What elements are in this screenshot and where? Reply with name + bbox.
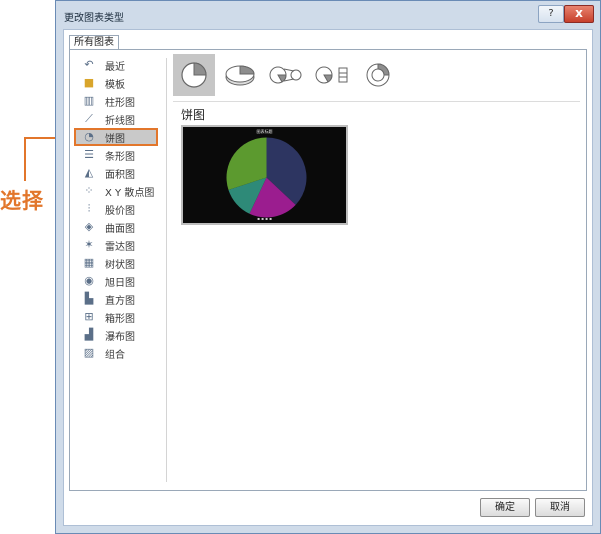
sidebar-item-label: 条形图 — [105, 151, 135, 163]
radar-chart-icon: ✶ — [84, 238, 94, 251]
sidebar-item-label: 股价图 — [105, 205, 135, 217]
sidebar-item-radar-chart[interactable]: ✶ 雷达图 — [76, 236, 164, 254]
area-chart-icon: ◭ — [84, 166, 94, 179]
chart-preview[interactable]: 图表标题 ▪ ▪ ▪ ▪ — [181, 125, 348, 225]
chart-type-list: ↶ 最近 ■ 模板 ▥ 柱形图 ⟋ 折线图 ◔ 饼图 ☰ 条形图 ◭ 面积图 ⁘ X Y 散点图 ⫶ 股价图 ◈ 曲面… — [74, 56, 164, 362]
pie-chart-icon: ◔ — [84, 130, 94, 143]
sidebar-item-label: 柱形图 — [105, 97, 135, 109]
sidebar-item-combo-chart[interactable]: ▨ 组合 — [76, 344, 164, 362]
sidebar-item-label: 直方图 — [105, 295, 135, 307]
sidebar-item-label: 箱形图 — [105, 313, 135, 325]
ok-button[interactable]: 确定 — [480, 498, 530, 517]
sidebar-item-scatter-chart[interactable]: ⁘ X Y 散点图 — [76, 182, 164, 200]
sidebar-item-column-chart[interactable]: ▥ 柱形图 — [76, 92, 164, 110]
combo-chart-icon: ▨ — [83, 346, 95, 359]
cancel-button[interactable]: 取消 — [535, 498, 585, 517]
treemap-chart-icon: ▦ — [83, 256, 95, 269]
section-title: 饼图 — [181, 108, 206, 122]
sidebar-item-pie-chart[interactable]: ◔ 饼图 — [74, 128, 158, 146]
chart-type-panel: ↶ 最近 ■ 模板 ▥ 柱形图 ⟋ 折线图 ◔ 饼图 ☰ 条形图 ◭ 面积图 ⁘ X Y 散点图 ⫶ 股价图 ◈ 曲面… — [69, 49, 587, 491]
sidebar-item-label: 饼图 — [105, 133, 125, 145]
sidebar-item-histogram-chart[interactable]: ▙ 直方图 — [76, 290, 164, 308]
annotation-connector-vertical — [24, 137, 26, 181]
sidebar-item-label: 树状图 — [105, 259, 135, 271]
sidebar-item-label: 曲面图 — [105, 223, 135, 235]
sidebar-item-label: 雷达图 — [105, 241, 135, 253]
sidebar-item-line-chart[interactable]: ⟋ 折线图 — [76, 110, 164, 128]
chart-subtype-area: 饼图 图表标题 ▪ ▪ ▪ ▪ — [173, 54, 580, 486]
sidebar-item-folder[interactable]: ■ 模板 — [76, 74, 164, 92]
sidebar-item-label: X Y 散点图 — [105, 187, 155, 199]
sidebar-item-area-chart[interactable]: ◭ 面积图 — [76, 164, 164, 182]
sidebar-item-label: 旭日图 — [105, 277, 135, 289]
pie-subtype-button[interactable] — [173, 54, 215, 96]
column-chart-icon: ▥ — [83, 94, 95, 107]
sidebar-item-sunburst-chart[interactable]: ◉ 旭日图 — [76, 272, 164, 290]
subtype-divider — [173, 101, 580, 102]
sidebar-item-bar-chart[interactable]: ☰ 条形图 — [76, 146, 164, 164]
bar-of-pie-icon — [315, 66, 348, 84]
doughnut-icon — [366, 63, 390, 87]
bar-of-pie-subtype-button[interactable] — [311, 54, 353, 96]
close-button[interactable]: x — [564, 5, 594, 23]
sidebar-item-label: 瀑布图 — [105, 331, 135, 343]
preview-legend: ▪ ▪ ▪ ▪ — [257, 216, 272, 221]
pie-of-pie-subtype-button[interactable] — [265, 54, 307, 96]
sidebar-item-stock-chart[interactable]: ⫶ 股价图 — [76, 200, 164, 218]
sidebar-item-waterfall-chart[interactable]: ▟ 瀑布图 — [76, 326, 164, 344]
3d-pie-icon — [225, 65, 255, 86]
stock-chart-icon: ⫶ — [87, 202, 91, 215]
tab-all-charts[interactable]: 所有图表 — [69, 35, 119, 50]
annotation-label: 选择 — [0, 189, 44, 213]
doughnut-subtype-button[interactable] — [357, 54, 399, 96]
preview-pie — [226, 137, 307, 218]
change-chart-type-dialog: 更改图表类型 ? x 所有图表 ↶ 最近 ■ 模板 ▥ 柱形图 ⟋ 折线图 ◔ 饼图 ☰ 条形图 ◭ 面积… — [55, 0, 601, 534]
sidebar-item-label: 最近 — [105, 61, 125, 73]
3d-pie-subtype-button[interactable] — [219, 54, 261, 96]
dialog-title: 更改图表类型 — [64, 13, 124, 24]
waterfall-chart-icon: ▟ — [84, 328, 94, 341]
line-chart-icon: ⟋ — [85, 112, 93, 125]
dialog-body: 所有图表 ↶ 最近 ■ 模板 ▥ 柱形图 ⟋ 折线图 ◔ 饼图 ☰ 条形图 ◭ 面积图 ⁘ X Y 散点图 ⫶ 股… — [63, 29, 593, 526]
title-bar: 更改图表类型 ? x — [56, 1, 600, 27]
subtype-row — [173, 54, 399, 96]
sidebar-item-label: 折线图 — [105, 115, 135, 127]
sidebar-item-recent[interactable]: ↶ 最近 — [76, 56, 164, 74]
sidebar-item-label: 组合 — [105, 349, 125, 361]
sidebar-item-treemap-chart[interactable]: ▦ 树状图 — [76, 254, 164, 272]
sidebar-item-label: 面积图 — [105, 169, 135, 181]
box-whisker-chart-icon: ⊞ — [84, 310, 94, 323]
surface-chart-icon: ◈ — [84, 220, 94, 233]
folder-icon: ■ — [83, 76, 95, 89]
pie-of-pie-icon — [269, 66, 302, 84]
histogram-chart-icon: ▙ — [84, 292, 94, 305]
recent-icon: ↶ — [84, 58, 94, 71]
sidebar-item-surface-chart[interactable]: ◈ 曲面图 — [76, 218, 164, 236]
sidebar-item-label: 模板 — [105, 79, 125, 91]
pie-icon — [181, 62, 207, 88]
bar-chart-icon: ☰ — [84, 148, 94, 161]
panel-divider — [166, 58, 167, 482]
sunburst-chart-icon: ◉ — [84, 274, 94, 287]
help-button[interactable]: ? — [538, 5, 564, 23]
sidebar-item-box-whisker-chart[interactable]: ⊞ 箱形图 — [76, 308, 164, 326]
scatter-chart-icon: ⁘ — [84, 184, 94, 197]
